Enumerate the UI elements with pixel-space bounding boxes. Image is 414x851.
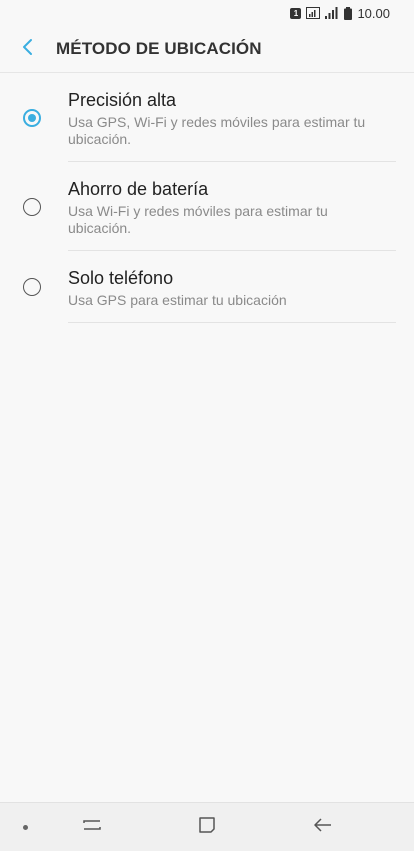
radio-unselected-icon[interactable] (23, 198, 41, 216)
option-title: Precisión alta (68, 90, 177, 110)
option-description: Usa GPS, Wi-Fi y redes móviles para esti… (68, 114, 366, 147)
radio-unselected-icon[interactable] (23, 278, 41, 296)
status-time: 10.00 (357, 5, 390, 21)
battery-icon (344, 6, 353, 20)
wifi-calling-icon (306, 7, 321, 19)
home-button[interactable] (187, 807, 227, 847)
signal-icon (325, 7, 339, 19)
recent-apps-icon (83, 818, 101, 837)
option-title: Ahorro de batería (68, 179, 209, 199)
divider (68, 322, 396, 323)
chevron-left-icon (22, 38, 34, 61)
option-device-only[interactable]: Solo teléfono Usa GPS para estimar tu ub… (0, 251, 414, 322)
option-battery-saving[interactable]: Ahorro de batería Usa Wi-Fi y redes móvi… (0, 162, 414, 250)
location-method-list: Precisión alta Usa GPS, Wi-Fi y redes mó… (0, 73, 414, 323)
radio-selected-icon[interactable] (23, 109, 41, 127)
option-description: Usa Wi-Fi y redes móviles para estimar t… (68, 203, 328, 236)
home-icon (198, 816, 216, 839)
navigation-bar (0, 802, 414, 851)
option-description: Usa GPS para estimar tu ubicación (68, 292, 287, 308)
back-arrow-icon (314, 817, 332, 837)
status-bar: 1 10.00 (0, 0, 414, 26)
back-button[interactable] (0, 26, 56, 72)
header: MÉTODO DE UBICACIÓN (0, 26, 414, 72)
sim-icon: 1 (290, 7, 302, 19)
page-title: MÉTODO DE UBICACIÓN (56, 39, 262, 58)
dot-icon[interactable] (23, 824, 28, 830)
option-high-accuracy[interactable]: Precisión alta Usa GPS, Wi-Fi y redes mó… (0, 73, 414, 161)
recent-apps-button[interactable] (72, 807, 112, 847)
back-nav-button[interactable] (303, 807, 343, 847)
option-title: Solo teléfono (68, 268, 174, 288)
